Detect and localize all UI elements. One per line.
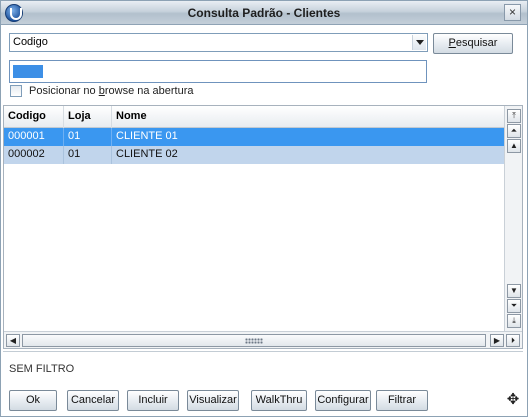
search-button-hotkey: P	[448, 37, 456, 49]
search-button-label: esquisar	[455, 37, 498, 49]
scroll-end-icon[interactable]: ⏵	[506, 334, 520, 347]
search-button[interactable]: Pesquisar	[433, 33, 513, 54]
close-icon[interactable]: ×	[504, 4, 521, 21]
move-arrows-icon[interactable]: ✥	[505, 392, 521, 408]
search-input[interactable]	[9, 60, 427, 83]
scroll-bottom-icon[interactable]: ⤓	[507, 314, 521, 328]
position-browse-label[interactable]: Posicionar no browse na abertura	[29, 85, 194, 97]
grip-icon	[245, 338, 263, 344]
scroll-top-icon[interactable]: ⤒	[507, 109, 521, 123]
cell-loja: 01	[64, 128, 112, 146]
grid-header: Codigo Loja Nome	[4, 106, 504, 128]
consulta-window: Consulta Padrão - Clientes × Codigo Pesq…	[0, 0, 528, 417]
configure-button[interactable]: Configurar	[315, 390, 371, 411]
ok-button[interactable]: Ok	[9, 390, 57, 411]
cell-codigo: 000001	[4, 128, 64, 146]
chevron-down-icon[interactable]	[412, 35, 426, 50]
results-grid: Codigo Loja Nome 000001 01 CLIENTE 01 00…	[3, 105, 523, 349]
position-browse-label-pre: Posicionar no	[29, 85, 99, 97]
page-down-icon[interactable]: ⏷	[507, 299, 521, 313]
search-input-selection	[13, 65, 43, 78]
position-browse-checkbox[interactable]	[10, 85, 22, 97]
include-button[interactable]: Incluir	[127, 390, 179, 411]
index-select-value: Codigo	[13, 36, 48, 48]
view-button[interactable]: Visualizar	[187, 390, 239, 411]
column-header-nome[interactable]: Nome	[112, 106, 504, 128]
column-header-codigo[interactable]: Codigo	[4, 106, 64, 128]
vertical-scrollbar[interactable]: ⤒ ⏶ ▲ ▼ ⏷ ⤓	[504, 106, 522, 331]
cell-codigo: 000002	[4, 146, 64, 164]
horizontal-scrollbar[interactable]: ◀ ▶ ⏵	[4, 331, 522, 348]
walkthru-button[interactable]: WalkThru	[251, 390, 307, 411]
window-title: Consulta Padrão - Clientes	[187, 6, 341, 20]
scroll-right-icon[interactable]: ▶	[490, 334, 504, 347]
table-row[interactable]: 000001 01 CLIENTE 01	[4, 128, 504, 146]
cancel-button[interactable]: Cancelar	[67, 390, 119, 411]
title-bar: Consulta Padrão - Clientes ×	[1, 1, 527, 25]
cell-loja: 01	[64, 146, 112, 164]
index-select[interactable]: Codigo	[9, 33, 428, 52]
filter-panel: SEM FILTRO	[3, 351, 523, 385]
column-header-loja[interactable]: Loja	[64, 106, 112, 128]
cell-nome: CLIENTE 01	[116, 130, 178, 142]
table-row[interactable]: 000002 01 CLIENTE 02	[4, 146, 504, 164]
scroll-down-icon[interactable]: ▼	[507, 284, 521, 298]
filter-status: SEM FILTRO	[9, 363, 75, 375]
cell-nome: CLIENTE 02	[116, 148, 178, 160]
filter-button[interactable]: Filtrar	[376, 390, 428, 411]
scroll-left-icon[interactable]: ◀	[6, 334, 20, 347]
position-browse-label-post: rowse na abertura	[104, 85, 194, 97]
horizontal-scroll-thumb[interactable]	[22, 334, 486, 347]
scroll-up-icon[interactable]: ▲	[507, 139, 521, 153]
page-up-icon[interactable]: ⏶	[507, 124, 521, 138]
